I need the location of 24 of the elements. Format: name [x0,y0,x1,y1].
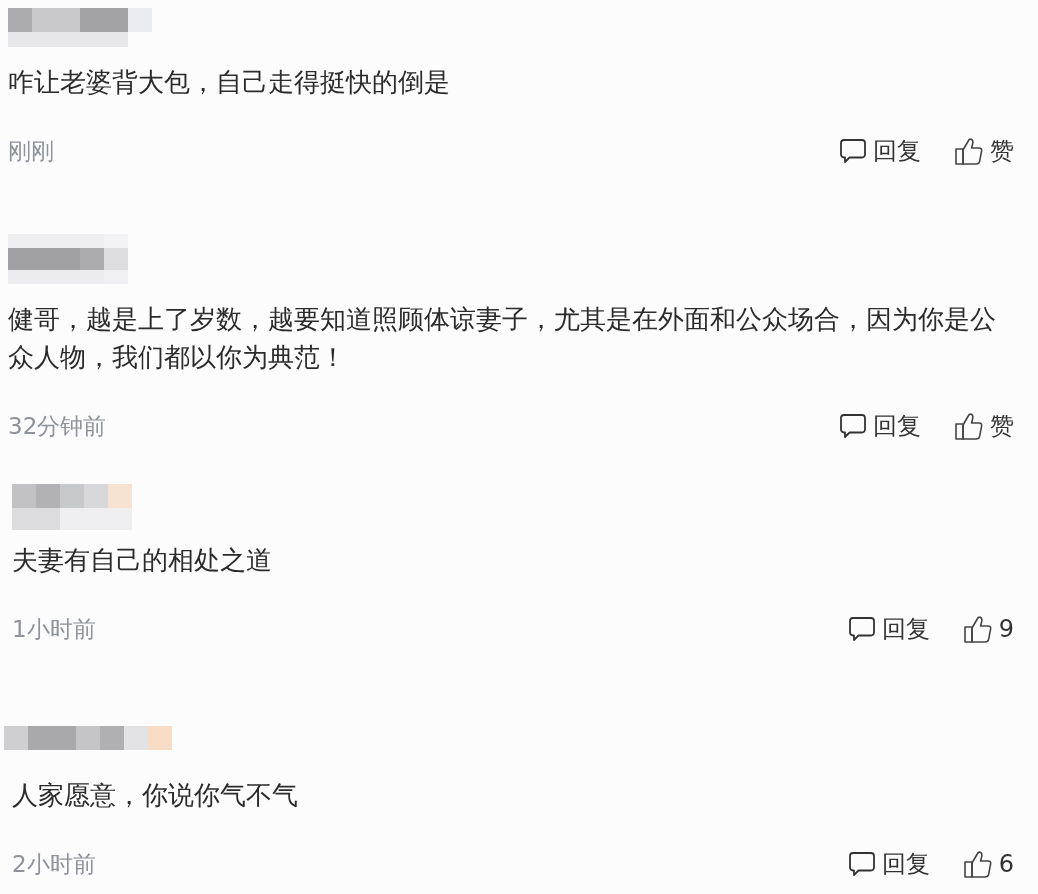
like-button[interactable]: 赞 [955,410,1014,442]
thumbs-up-icon [955,412,983,440]
like-button[interactable]: 9 [963,615,1014,643]
comment-time: 32分钟前 [8,411,107,441]
comment-time: 刚刚 [8,136,54,166]
reply-button[interactable]: 回复 [840,135,921,167]
reply-button[interactable]: 回复 [848,848,930,880]
speech-bubble-icon [848,852,875,876]
comment-text: 健哥，越是上了岁数，越要知道照顾体谅妻子，尤其是在外面和公众场合，因为你是公众人物，我们都以你为典范！ [8,303,997,374]
like-button[interactable]: 6 [963,850,1014,878]
comment-time: 1小时前 [12,614,96,644]
speech-bubble-icon [840,414,866,438]
comment-text: 咋让老婆背大包，自己走得挺快的倒是 [8,66,451,99]
thumbs-up-icon [955,137,983,165]
speech-bubble-icon [840,139,866,163]
thumbs-up-icon [963,615,992,643]
thumbs-up-icon [963,850,992,878]
reply-button[interactable]: 回复 [848,613,930,645]
comment-text: 人家愿意，你说你气不气 [12,779,299,812]
comment-text: 夫妻有自己的相处之道 [12,544,273,577]
comment-time: 2小时前 [12,849,96,879]
reply-button[interactable]: 回复 [840,410,921,442]
like-button[interactable]: 赞 [955,135,1014,167]
speech-bubble-icon [848,617,875,641]
